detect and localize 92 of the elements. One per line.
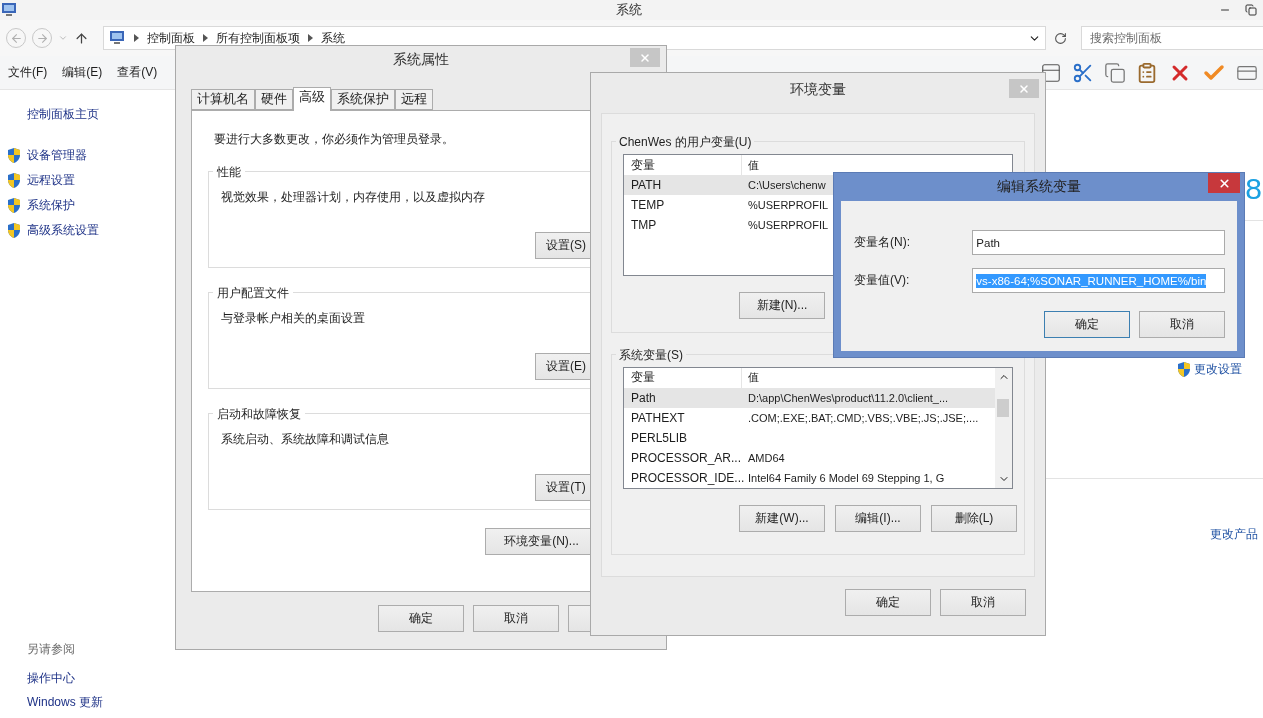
scissors-icon[interactable] [1072, 61, 1094, 84]
shield-icon [6, 197, 22, 214]
new-button[interactable]: 新建(N)... [739, 292, 825, 319]
chevron-icon [134, 34, 139, 42]
shield-icon [6, 222, 22, 239]
product-link[interactable]: 更改产品 [1210, 526, 1258, 543]
address-bar[interactable]: 控制面板 所有控制面板项 系统 [103, 26, 1046, 50]
group-title: 用户配置文件 [213, 285, 293, 302]
shield-icon [6, 147, 22, 164]
field-label: 变量名(N): [854, 234, 911, 251]
variable-button[interactable]: 编辑(I)... [835, 504, 921, 532]
menu-item[interactable]: 查看(V) [117, 64, 158, 81]
variable-name: PATH [630, 178, 663, 192]
tab[interactable]: 高级 [293, 87, 331, 111]
dialog-button[interactable]: 取消 [940, 589, 1026, 616]
close-icon [1217, 176, 1231, 190]
sidebar-link[interactable]: 远程设置 [27, 172, 75, 189]
variable-name: TEMP [630, 198, 666, 212]
variable-name: TMP [630, 218, 658, 232]
column-header[interactable]: 变量 [624, 367, 742, 388]
dialog-button[interactable]: 确定 [378, 605, 464, 632]
dialog-button[interactable]: 确定 [845, 589, 931, 616]
app-icon [0, 2, 18, 18]
sidebar-link[interactable]: Windows 更新 [27, 694, 175, 718]
variable-name: Path [630, 390, 657, 405]
dialog-button[interactable]: 取消 [1139, 311, 1225, 338]
variable-name: PATHEXT [630, 410, 686, 425]
group-title: 系统变量(S) [616, 346, 686, 364]
search-field[interactable]: 搜索控制面板 [1081, 26, 1263, 50]
field-label: 变量值(V): [854, 272, 911, 289]
tab[interactable]: 硬件 [255, 89, 293, 110]
chevron-icon [203, 34, 208, 42]
window-icon[interactable] [1040, 61, 1062, 84]
menu-item[interactable]: 文件(F) [8, 64, 48, 81]
breadcrumb-item[interactable]: 所有控制面板项 [216, 29, 300, 47]
tab[interactable]: 远程 [395, 89, 433, 110]
window-title: 系统 [615, 1, 642, 19]
variable-value: .COM;.EXE;.BAT;.CMD;.VBS;.VBE;.JS;.JSE;.... [747, 411, 979, 424]
sidebar-link[interactable]: 操作中心 [27, 670, 175, 694]
sidebar-link[interactable]: 系统保护 [27, 197, 75, 214]
dialog-button[interactable]: 确定 [1044, 311, 1130, 338]
breadcrumb-item[interactable]: 控制面板 [147, 29, 195, 47]
variable-value: D:\app\ChenWes\product\11.2.0\client_... [747, 391, 949, 404]
text-field[interactable]: Path [972, 230, 1225, 255]
close-button[interactable] [1208, 173, 1240, 193]
copy-icon[interactable] [1104, 61, 1126, 84]
section-heading: 另请参阅 [27, 641, 76, 658]
back-arrow-icon [9, 31, 23, 45]
chevron-icon [308, 34, 313, 42]
dialog-button[interactable]: 取消 [473, 605, 559, 632]
sidebar-link[interactable]: 高级系统设置 [27, 222, 99, 239]
variable-name: PROCESSOR_AR... [630, 450, 742, 465]
settings-link[interactable]: 更改设置 [1194, 361, 1242, 378]
breadcrumb-item[interactable]: 系统 [321, 29, 345, 47]
logo-text: 8 [1245, 174, 1262, 204]
sidebar-link[interactable]: 控制面板主页 [27, 106, 175, 123]
dialog-title: 系统属性 [393, 50, 449, 69]
up-button[interactable] [74, 30, 89, 46]
shield-icon [1176, 361, 1192, 378]
column-header[interactable]: 值 [742, 157, 759, 173]
tab[interactable]: 计算机名 [191, 89, 255, 110]
scrollbar[interactable] [995, 367, 1012, 488]
close-icon [639, 51, 651, 64]
group-description: 与登录帐户相关的桌面设置 [221, 310, 366, 327]
menu-item[interactable]: 编辑(E) [62, 64, 103, 81]
notice-text: 要进行大多数更改，你必须作为管理员登录。 [214, 131, 454, 148]
group-title: ChenWes 的用户变量(U) [616, 134, 755, 151]
tab[interactable]: 系统保护 [331, 89, 395, 110]
restore-icon[interactable] [1245, 4, 1257, 16]
column-header[interactable]: 值 [742, 370, 759, 386]
variable-value: AMD64 [747, 451, 785, 464]
variable-value: Intel64 Family 6 Model 69 Stepping 1, G [747, 471, 945, 484]
forward-arrow-icon [35, 31, 49, 45]
variable-value: %USERPROFIL [747, 219, 829, 231]
scroll-thumb[interactable] [997, 398, 1009, 417]
variable-value: %USERPROFIL [747, 199, 829, 211]
variable-button[interactable]: 删除(L) [931, 504, 1017, 532]
refresh-button[interactable] [1054, 31, 1067, 45]
clipboard-icon[interactable] [1136, 61, 1158, 84]
group-title: 启动和故障恢复 [213, 406, 305, 423]
variable-button[interactable]: 新建(W)... [739, 504, 825, 532]
close-icon [1018, 82, 1030, 95]
variable-name: PROCESSOR_IDE... [630, 470, 742, 485]
group-title: 性能 [213, 164, 245, 181]
variable-value: C:\Users\chenw [747, 179, 826, 191]
sidebar-link[interactable]: 设备管理器 [27, 147, 87, 164]
group-description: 系统启动、系统故障和调试信息 [221, 431, 390, 448]
shield-icon [6, 172, 22, 189]
group-description: 视觉效果，处理器计划，内存使用，以及虚拟内存 [221, 189, 486, 206]
dialog-title: 环境变量 [790, 80, 846, 99]
variable-name: PERL5LIB [630, 430, 689, 445]
computer-icon [108, 30, 126, 46]
